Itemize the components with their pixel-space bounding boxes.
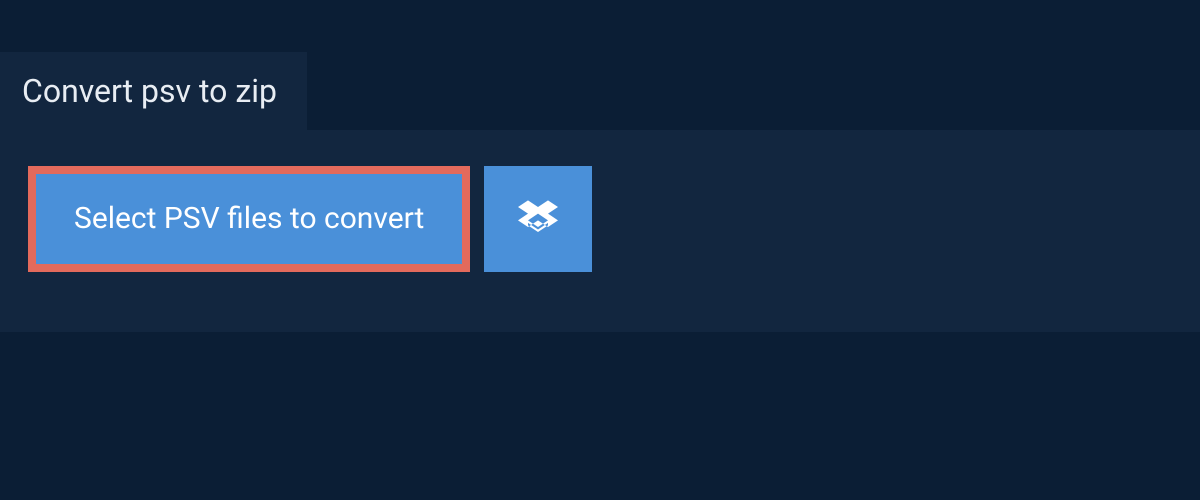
dropbox-icon	[518, 197, 558, 241]
select-files-label: Select PSV files to convert	[74, 204, 424, 234]
tab-title: Convert psv to zip	[0, 52, 307, 130]
button-row: Select PSV files to convert	[28, 166, 1172, 272]
upload-panel: Select PSV files to convert	[0, 130, 1200, 332]
dropbox-button[interactable]	[484, 166, 592, 272]
select-files-button[interactable]: Select PSV files to convert	[28, 166, 470, 272]
converter-widget: Convert psv to zip Select PSV files to c…	[0, 0, 1200, 332]
